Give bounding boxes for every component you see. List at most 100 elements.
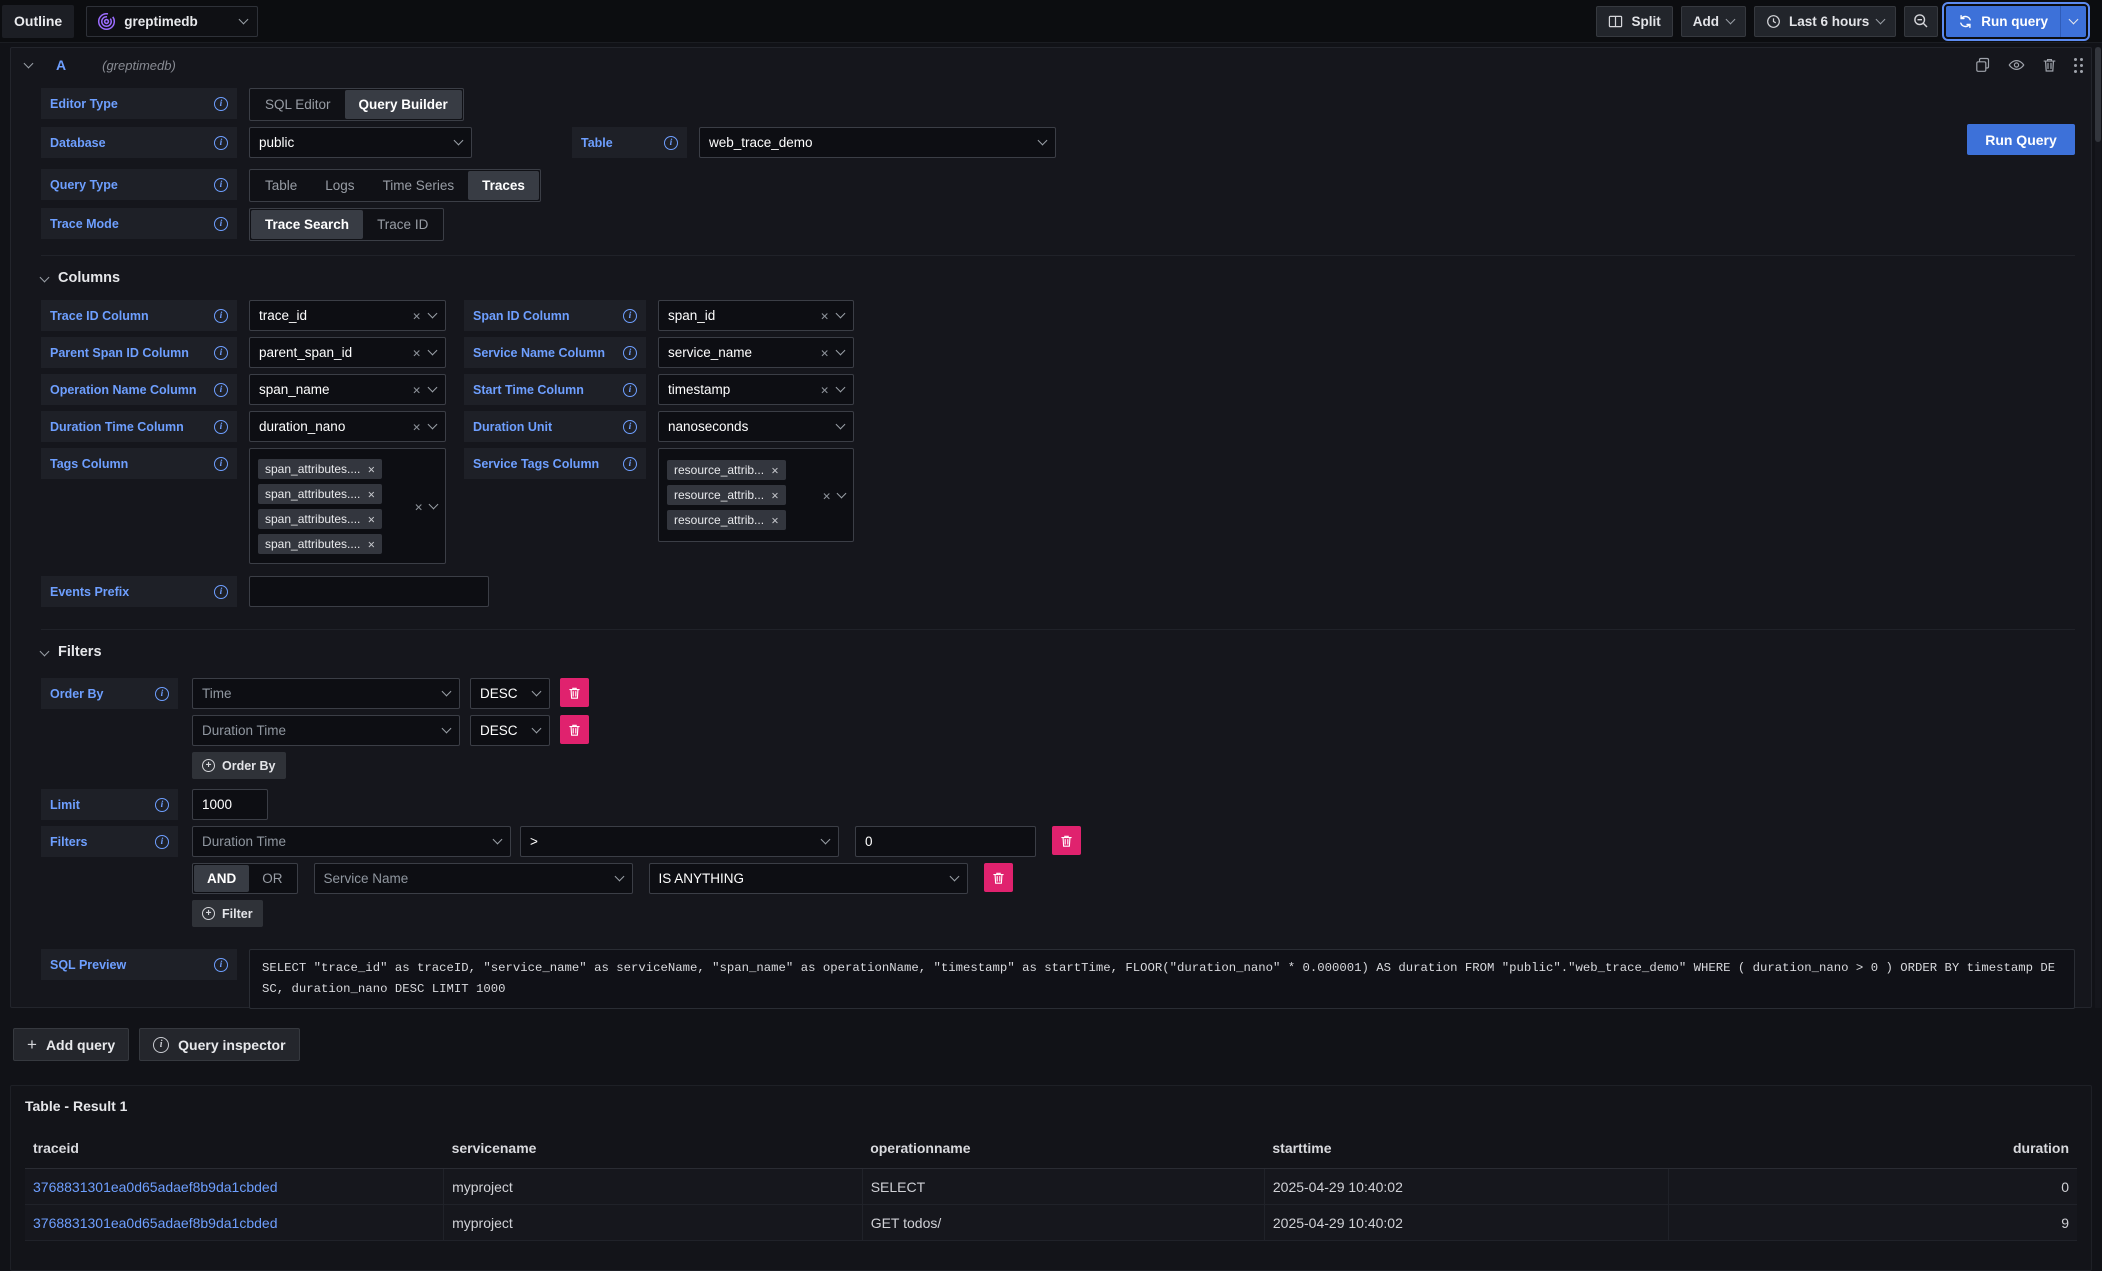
info-icon[interactable] bbox=[155, 835, 169, 849]
option-sql-editor[interactable]: SQL Editor bbox=[251, 90, 345, 119]
operation-name-column-select[interactable]: span_name bbox=[249, 374, 446, 405]
clear-icon[interactable] bbox=[412, 382, 421, 397]
duration-time-column-select[interactable]: duration_nano bbox=[249, 411, 446, 442]
clear-icon[interactable] bbox=[820, 345, 829, 360]
remove-chip-icon[interactable] bbox=[771, 513, 779, 527]
header-starttime[interactable]: starttime bbox=[1264, 1134, 1668, 1169]
option-time-series[interactable]: Time Series bbox=[369, 171, 469, 200]
delete-query-trash-icon[interactable] bbox=[2042, 57, 2057, 73]
clear-all-icon[interactable] bbox=[822, 488, 831, 503]
service-tag-chip[interactable]: resource_attrib... bbox=[667, 485, 786, 505]
filter-field-select-2[interactable]: Service Name bbox=[314, 863, 633, 894]
header-traceid[interactable]: traceid bbox=[25, 1134, 444, 1169]
header-duration[interactable]: duration bbox=[1669, 1134, 2077, 1169]
option-traces[interactable]: Traces bbox=[468, 171, 539, 200]
tag-chip[interactable]: span_attributes.... bbox=[258, 459, 382, 479]
info-icon[interactable] bbox=[214, 585, 228, 599]
datasource-picker[interactable]: greptimedb bbox=[86, 6, 258, 37]
clear-icon[interactable] bbox=[820, 382, 829, 397]
info-icon[interactable] bbox=[214, 217, 228, 231]
option-query-builder[interactable]: Query Builder bbox=[345, 90, 462, 119]
service-tag-chip[interactable]: resource_attrib... bbox=[667, 460, 786, 480]
filters-section-header[interactable]: Filters bbox=[41, 644, 2075, 660]
remove-order-by-button[interactable] bbox=[560, 678, 589, 707]
limit-input[interactable] bbox=[192, 789, 268, 820]
add-query-button[interactable]: Add query bbox=[13, 1028, 129, 1061]
order-by-field-select-2[interactable]: Duration Time bbox=[192, 715, 460, 746]
start-time-column-select[interactable]: timestamp bbox=[658, 374, 854, 405]
trace-id-link[interactable]: 3768831301ea0d65adaef8b9da1cbded bbox=[33, 1179, 277, 1195]
query-inspector-button[interactable]: Query inspector bbox=[139, 1028, 299, 1061]
option-logs[interactable]: Logs bbox=[311, 171, 368, 200]
info-icon[interactable] bbox=[623, 457, 637, 471]
remove-chip-icon[interactable] bbox=[367, 487, 375, 501]
info-icon[interactable] bbox=[214, 420, 228, 434]
remove-chip-icon[interactable] bbox=[367, 462, 375, 476]
drag-handle-icon[interactable] bbox=[2074, 58, 2077, 61]
hide-query-eye-icon[interactable] bbox=[2008, 57, 2025, 73]
scrollbar-track[interactable] bbox=[2095, 47, 2101, 1008]
order-by-direction-select-1[interactable]: DESC bbox=[470, 678, 550, 709]
remove-filter-button[interactable] bbox=[984, 863, 1013, 892]
service-name-column-select[interactable]: service_name bbox=[658, 337, 854, 368]
service-tags-column-multiselect[interactable]: resource_attrib... resource_attrib... re… bbox=[658, 448, 854, 542]
query-row-header[interactable]: A (greptimedb) bbox=[11, 48, 2091, 82]
scrollbar-thumb[interactable] bbox=[2095, 47, 2101, 142]
service-tag-chip[interactable]: resource_attrib... bbox=[667, 510, 786, 530]
info-icon[interactable] bbox=[623, 383, 637, 397]
tag-chip[interactable]: span_attributes.... bbox=[258, 534, 382, 554]
clear-icon[interactable] bbox=[412, 419, 421, 434]
option-trace-id[interactable]: Trace ID bbox=[363, 210, 442, 239]
add-order-by-button[interactable]: Order By bbox=[192, 752, 286, 779]
run-query-button[interactable]: Run query bbox=[1946, 6, 2060, 37]
add-filter-button[interactable]: Filter bbox=[192, 900, 263, 927]
parent-span-id-column-select[interactable]: parent_span_id bbox=[249, 337, 446, 368]
info-icon[interactable] bbox=[214, 178, 228, 192]
zoom-out-button[interactable] bbox=[1904, 6, 1938, 37]
clear-all-icon[interactable] bbox=[414, 499, 423, 514]
clear-icon[interactable] bbox=[412, 308, 421, 323]
filter-operator-select[interactable]: > bbox=[520, 826, 839, 857]
duplicate-query-icon[interactable] bbox=[1975, 57, 1991, 73]
remove-chip-icon[interactable] bbox=[367, 537, 375, 551]
filter-field-select[interactable]: Duration Time bbox=[192, 826, 511, 857]
info-icon[interactable] bbox=[214, 383, 228, 397]
info-icon[interactable] bbox=[214, 457, 228, 471]
option-table[interactable]: Table bbox=[251, 171, 311, 200]
tag-chip[interactable]: span_attributes.... bbox=[258, 484, 382, 504]
clear-icon[interactable] bbox=[412, 345, 421, 360]
info-icon[interactable] bbox=[623, 309, 637, 323]
tag-chip[interactable]: span_attributes.... bbox=[258, 509, 382, 529]
order-by-field-select-1[interactable]: Time bbox=[192, 678, 460, 709]
header-operationname[interactable]: operationname bbox=[862, 1134, 1264, 1169]
table-select[interactable]: web_trace_demo bbox=[699, 127, 1056, 158]
collapse-chevron-icon[interactable] bbox=[24, 58, 34, 68]
option-or[interactable]: OR bbox=[249, 865, 295, 892]
outline-button[interactable]: Outline bbox=[2, 5, 74, 38]
info-icon[interactable] bbox=[214, 346, 228, 360]
filter-value-input[interactable] bbox=[855, 826, 1036, 857]
duration-unit-select[interactable]: nanoseconds bbox=[658, 411, 854, 442]
info-icon[interactable] bbox=[214, 97, 228, 111]
remove-chip-icon[interactable] bbox=[367, 512, 375, 526]
remove-filter-button[interactable] bbox=[1052, 826, 1081, 855]
info-icon[interactable] bbox=[155, 687, 169, 701]
time-range-picker[interactable]: Last 6 hours bbox=[1754, 6, 1896, 37]
info-icon[interactable] bbox=[214, 309, 228, 323]
info-icon[interactable] bbox=[623, 420, 637, 434]
remove-chip-icon[interactable] bbox=[771, 463, 779, 477]
filter-operator-select-2[interactable]: IS ANYTHING bbox=[649, 863, 968, 894]
option-trace-search[interactable]: Trace Search bbox=[251, 210, 363, 239]
header-servicename[interactable]: servicename bbox=[444, 1134, 863, 1169]
run-query-options-button[interactable] bbox=[2060, 6, 2086, 37]
columns-section-header[interactable]: Columns bbox=[41, 270, 2075, 286]
trace-id-column-select[interactable]: trace_id bbox=[249, 300, 446, 331]
order-by-direction-select-2[interactable]: DESC bbox=[470, 715, 550, 746]
option-and[interactable]: AND bbox=[194, 865, 249, 892]
events-prefix-input[interactable] bbox=[249, 576, 489, 607]
clear-icon[interactable] bbox=[820, 308, 829, 323]
remove-chip-icon[interactable] bbox=[771, 488, 779, 502]
split-button[interactable]: Split bbox=[1596, 6, 1672, 37]
info-icon[interactable] bbox=[214, 136, 228, 150]
editor-run-query-button[interactable]: Run Query bbox=[1967, 124, 2075, 155]
